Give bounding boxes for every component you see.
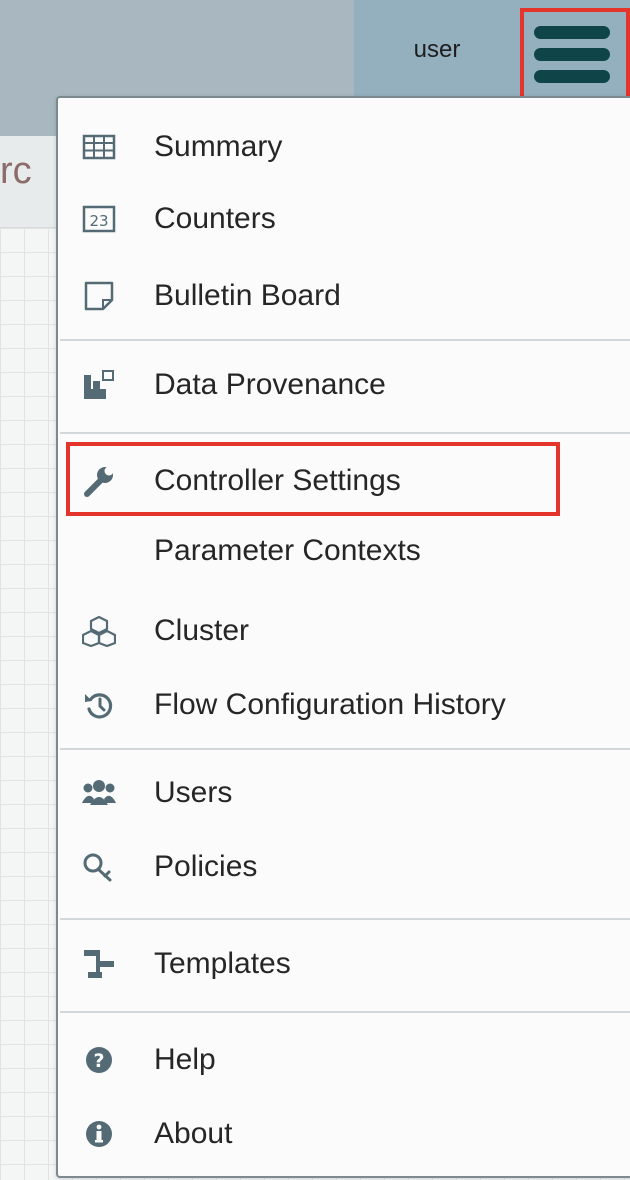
menu-item-label: Summary — [154, 130, 283, 163]
hamburger-bar — [534, 70, 610, 83]
cubes-icon — [82, 615, 116, 647]
menu-item-templates[interactable]: Templates — [58, 931, 630, 997]
global-menu-button[interactable] — [520, 8, 630, 100]
menu-item-cluster[interactable]: Cluster — [58, 598, 630, 664]
menu-item-users[interactable]: Users — [58, 760, 630, 826]
info-icon — [86, 1121, 112, 1147]
menu-item-about[interactable]: About — [58, 1101, 630, 1167]
menu-item-help[interactable]: ? Help — [58, 1027, 630, 1093]
svg-text:?: ? — [93, 1050, 104, 1072]
counter-icon: 23 — [82, 205, 116, 233]
current-user[interactable]: user — [354, 0, 520, 100]
menu-divider — [60, 748, 630, 750]
menu-divider — [60, 1011, 630, 1013]
menu-item-label: Help — [154, 1043, 216, 1076]
menu-item-label: Policies — [154, 850, 258, 883]
hamburger-bar — [534, 48, 610, 61]
menu-item-label: Counters — [154, 202, 276, 235]
svg-text:23: 23 — [89, 212, 108, 230]
global-menu: Summary 23 Counters Bulletin Board Data … — [56, 96, 630, 1178]
menu-item-data-provenance[interactable]: Data Provenance — [58, 352, 630, 418]
menu-item-flow-configuration-history[interactable]: Flow Configuration History — [58, 672, 630, 738]
breadcrumb[interactable]: rc — [0, 150, 32, 193]
menu-item-counters[interactable]: 23 Counters — [58, 186, 630, 252]
key-icon — [83, 853, 112, 882]
menu-item-policies[interactable]: Policies — [58, 834, 630, 900]
menu-item-summary[interactable]: Summary — [58, 114, 630, 180]
menu-item-label: Data Provenance — [154, 368, 386, 401]
table-icon — [82, 134, 116, 160]
menu-divider — [60, 432, 630, 434]
templates-icon — [84, 950, 114, 978]
menu-item-parameter-contexts[interactable]: Parameter Contexts — [58, 518, 630, 584]
menu-item-label: Cluster — [154, 614, 250, 647]
history-icon — [85, 693, 113, 719]
menu-item-label: Bulletin Board — [154, 279, 341, 312]
users-icon — [82, 780, 116, 805]
menu-divider — [60, 918, 630, 920]
controller-settings-highlight — [66, 442, 560, 516]
hamburger-bar — [534, 26, 610, 39]
menu-divider — [60, 339, 630, 341]
menu-item-label: Users — [154, 776, 233, 809]
provenance-icon — [84, 370, 114, 399]
menu-item-bulletin-board[interactable]: Bulletin Board — [58, 263, 630, 329]
sticky-note-icon — [84, 281, 114, 311]
menu-item-label: Templates — [154, 947, 291, 980]
menu-item-label: About — [154, 1117, 233, 1150]
help-icon: ? — [86, 1047, 112, 1073]
menu-item-label: Flow Configuration History — [154, 688, 506, 721]
menu-item-label: Parameter Contexts — [154, 534, 421, 567]
